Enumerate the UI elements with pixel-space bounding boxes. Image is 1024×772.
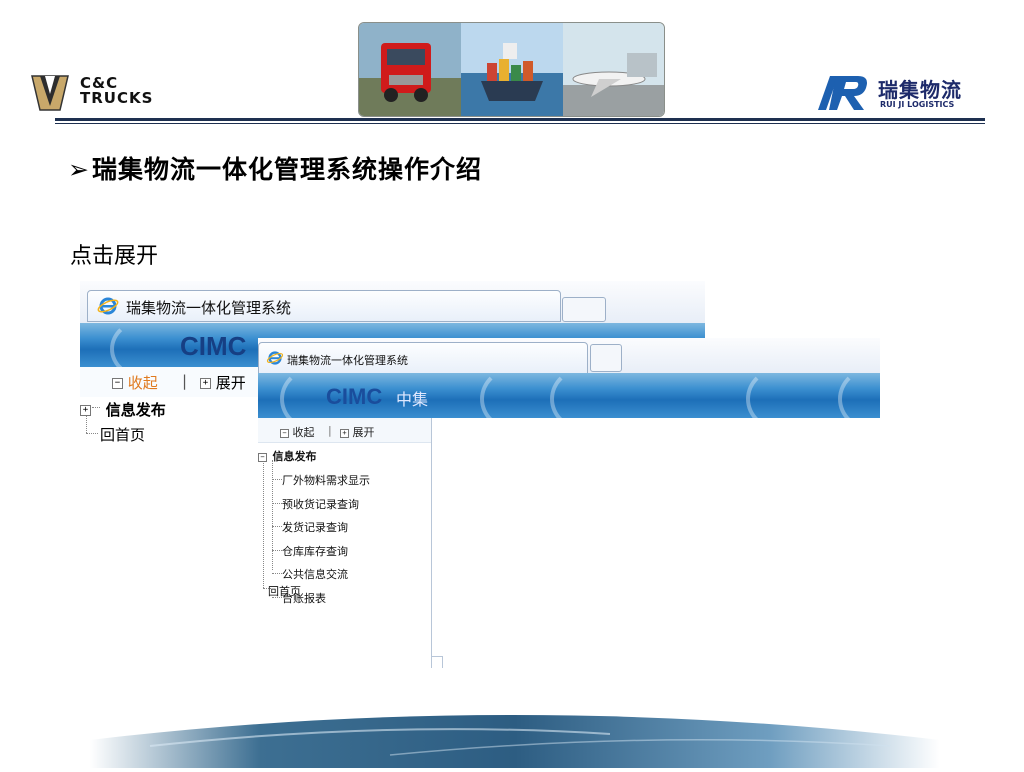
title-bullet-icon: ➢	[68, 155, 90, 184]
slide-title-text: 瑞集物流一体化管理系统操作介绍	[91, 155, 482, 184]
plus-box-icon: +	[340, 428, 349, 438]
browser-tab-title: 瑞集物流一体化管理系统	[126, 299, 292, 317]
logo-name-cn: 瑞集物流	[878, 78, 962, 102]
tree-connector	[272, 526, 282, 527]
transport-banner	[358, 22, 665, 117]
slide-subtitle: 点击展开	[70, 244, 159, 269]
slide-title: ➢瑞集物流一体化管理系统操作介绍	[68, 150, 482, 186]
expand-button[interactable]: + 展开	[340, 424, 375, 440]
footer-banner-image	[90, 715, 940, 768]
band-swoosh-decoration	[480, 373, 548, 418]
tree-group-label: 信息发布	[272, 450, 317, 463]
browser-tab-title: 瑞集物流一体化管理系统	[287, 354, 408, 367]
new-tab-button[interactable]	[562, 297, 606, 322]
collapse-button[interactable]: − 收起	[112, 372, 158, 393]
band-swoosh-decoration	[838, 373, 880, 418]
browser-window-expanded: 瑞集物流一体化管理系统 CIMC 中集 − 收起 | + 展开 − 信息发布 厂…	[258, 338, 880, 668]
cc-trucks-logo: C&C TRUCKS	[30, 70, 200, 115]
band-swoosh-decoration	[746, 373, 814, 418]
tree-connector	[272, 502, 282, 504]
tree-item[interactable]: 仓库库存查询	[282, 543, 348, 559]
ruiji-mark-icon	[818, 76, 867, 110]
ie-icon	[266, 351, 284, 365]
shield-logo-icon	[31, 75, 69, 111]
tree-group-label: 信息发布	[105, 401, 166, 419]
band-swoosh-decoration	[110, 323, 178, 367]
tree-item[interactable]: 预收货记录查询	[282, 496, 359, 512]
expand-button[interactable]: + 展开	[200, 372, 246, 393]
logo-name-en: RUI JI LOGISTICS	[880, 100, 955, 109]
tree-control-bar: − 收起 | + 展开	[258, 418, 431, 443]
tree-connector	[272, 460, 273, 570]
expand-label: 展开	[352, 426, 375, 439]
scrollbar-stub[interactable]	[431, 656, 443, 668]
band-swoosh-decoration	[550, 373, 618, 418]
cimc-logo: CIMC	[180, 331, 247, 361]
plus-box-icon[interactable]: +	[80, 405, 91, 416]
cimc-logo-suffix: 中集	[396, 390, 429, 409]
tree-item-home[interactable]: 回首页	[100, 424, 145, 445]
collapse-label: 收起	[292, 426, 315, 439]
tree-item[interactable]: 发货记录查询	[282, 519, 348, 535]
expand-label: 展开	[215, 374, 246, 392]
collapse-label: 收起	[127, 374, 158, 392]
tree-connector	[263, 456, 264, 588]
tree-connector	[272, 549, 282, 551]
minus-box-icon[interactable]: −	[258, 452, 267, 462]
sidebar: − 收起 | + 展开 − 信息发布 厂外物料需求显示 预收货记录查询 发货记录查询…	[258, 418, 432, 668]
tree-item[interactable]: 厂外物料需求显示	[282, 472, 370, 488]
footer-decoration	[90, 700, 940, 768]
header-rule-thin	[55, 123, 985, 124]
control-separator: |	[182, 372, 188, 390]
transport-banner-image	[359, 23, 664, 116]
ie-icon	[97, 297, 119, 315]
tree-item[interactable]: 公共信息交流	[282, 566, 348, 582]
tab-bar: 瑞集物流一体化管理系统	[80, 281, 705, 323]
minus-box-icon: −	[112, 378, 123, 389]
control-separator: |	[328, 424, 332, 437]
tab-bar: 瑞集物流一体化管理系统	[258, 338, 880, 374]
browser-tab[interactable]: 瑞集物流一体化管理系统	[87, 290, 561, 322]
plus-box-icon: +	[200, 378, 211, 389]
tree-group-info[interactable]: − 信息发布	[258, 448, 317, 464]
browser-tab[interactable]: 瑞集物流一体化管理系统	[258, 342, 588, 374]
ruiji-logistics-logo: 瑞集物流 RUI JI LOGISTICS	[812, 72, 987, 116]
collapse-button[interactable]: − 收起	[280, 424, 315, 440]
tree-connector	[272, 573, 282, 574]
header-rule-thick	[55, 118, 985, 121]
tree-connector	[86, 433, 98, 434]
cimc-logo: CIMC	[326, 384, 383, 409]
brand-line2: TRUCKS	[80, 89, 154, 107]
tree-item-home[interactable]: 回首页	[268, 583, 301, 599]
tree-group-info[interactable]: + 信息发布	[80, 399, 166, 420]
cimc-header-band: CIMC 中集	[258, 373, 880, 418]
new-tab-button[interactable]	[590, 344, 622, 372]
minus-box-icon: −	[280, 428, 289, 438]
tree-connector	[272, 479, 282, 480]
brand-text: C&C TRUCKS	[80, 76, 153, 106]
